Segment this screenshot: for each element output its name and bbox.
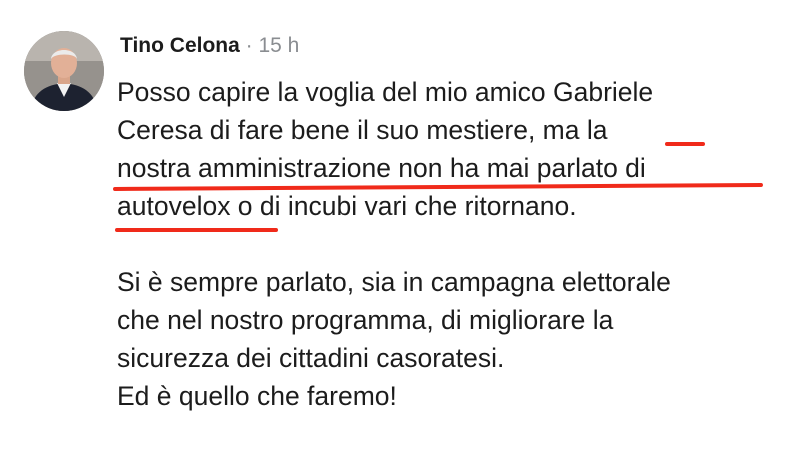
post-body: Posso capire la voglia del mio amico Gab… [117,73,787,415]
meta-separator: · [239,34,259,57]
profile-photo-icon [24,31,104,111]
underline-mark-3 [115,228,278,232]
post-header: Tino Celona · 15 h [120,33,299,59]
paragraph-1: Posso capire la voglia del mio amico Gab… [117,73,787,225]
text-line: sicurezza dei cittadini casoratesi. [117,343,505,373]
text-line: Ed è quello che faremo! [117,381,397,411]
author-name[interactable]: Tino Celona [120,34,240,57]
author-avatar[interactable] [24,31,104,111]
paragraph-2: Si è sempre parlato, sia in campagna ele… [117,263,787,415]
underline-mark-1 [665,142,705,146]
text-line: nostra amministrazione non ha mai parlat… [117,153,646,183]
text-line: Si è sempre parlato, sia in campagna ele… [117,267,671,297]
text-line: che nel nostro programma, di migliorare … [117,305,614,335]
text-line: autovelox o di incubi vari che ritornano… [117,191,577,221]
text-line: Posso capire la voglia del mio amico Gab… [117,77,654,107]
post-timestamp[interactable]: 15 h [258,34,299,57]
